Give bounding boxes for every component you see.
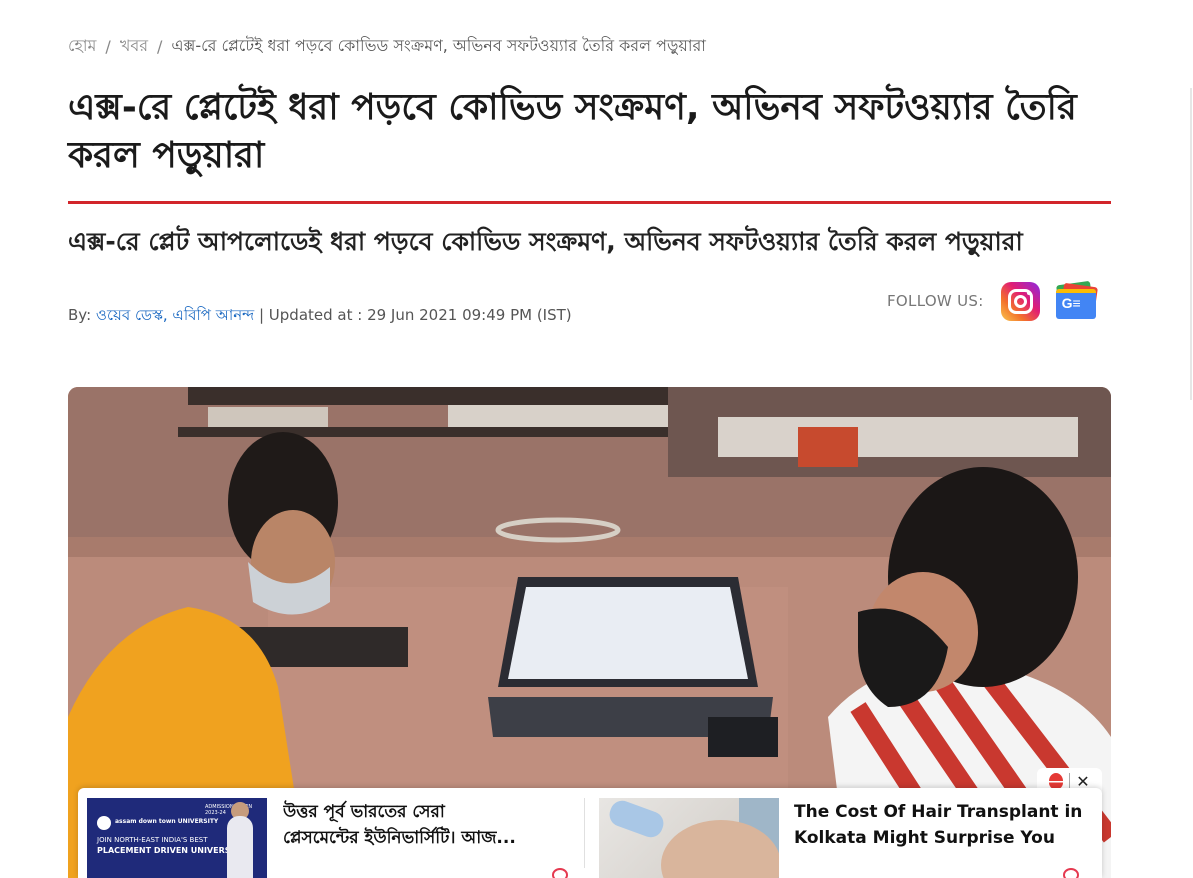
right-column-rule [1190,88,1192,400]
follow-us-label: FOLLOW US: [887,292,984,310]
ad-network-icon [1049,773,1064,789]
thumb-brand: assam down town UNIVERSITY [115,818,219,825]
ad-headline[interactable]: উত্তর পূর্ব ভারতের সেরা প্লেসমেন্টের ইউন… [283,799,573,851]
ad-thumbnail-university: assam down town UNIVERSITY ADMISSIONS OP… [87,798,267,878]
ad-card-university[interactable]: assam down town UNIVERSITY ADMISSIONS OP… [87,798,574,878]
breadcrumb-separator: / [105,37,111,56]
ad-headline[interactable]: The Cost Of Hair Transplant in Kolkata M… [794,799,1089,851]
ad-card-hair-transplant[interactable]: The Cost Of Hair Transplant in Kolkata M… [599,798,1094,878]
author-link[interactable]: ওয়েব ডেস্ক, এবিপি আনন্দ [96,306,254,324]
breadcrumb-home[interactable]: হোম [68,33,96,60]
updated-timestamp: | Updated at : 29 Jun 2021 09:49 PM (IST… [258,306,572,324]
breadcrumb-current: এক্স-রে প্লেটেই ধরা পড়বে কোভিড সংক্রমণ,… [171,36,706,55]
sponsored-ad-bar: assam down town UNIVERSITY ADMISSIONS OP… [78,788,1102,878]
university-logo-icon [97,816,111,830]
heart-icon[interactable] [1063,868,1079,878]
page-title: এক্স-রে প্লেটেই ধরা পড়বে কোভিড সংক্রমণ,… [68,87,1077,176]
byline: By: ওয়েব ডেস্ক, এবিপি আনন্দ | Updated a… [68,304,572,329]
breadcrumb-separator: / [157,37,163,56]
follow-us: FOLLOW US: G≡ [887,280,1098,321]
byline-by-label: By: [68,306,92,324]
ad-divider [584,798,585,868]
ad-thumbnail-hair [599,798,779,878]
title-divider [68,201,1111,204]
instagram-icon[interactable] [1000,281,1040,321]
thumb-tagline-2: PLACEMENT DRIVEN UNIVERSITY [97,846,245,855]
breadcrumb-section[interactable]: খবর [120,33,148,60]
heart-icon[interactable] [552,868,568,878]
google-news-icon[interactable]: G≡ [1054,280,1098,321]
article-subtitle: এক্স-রে প্লেট আপলোডেই ধরা পড়বে কোভিড সং… [68,227,1023,256]
thumb-tagline-1: JOIN NORTH-EAST INDIA'S BEST [97,836,208,844]
breadcrumb: হোম / খবর / এক্স-রে প্লেটেই ধরা পড়বে কো… [68,33,706,60]
